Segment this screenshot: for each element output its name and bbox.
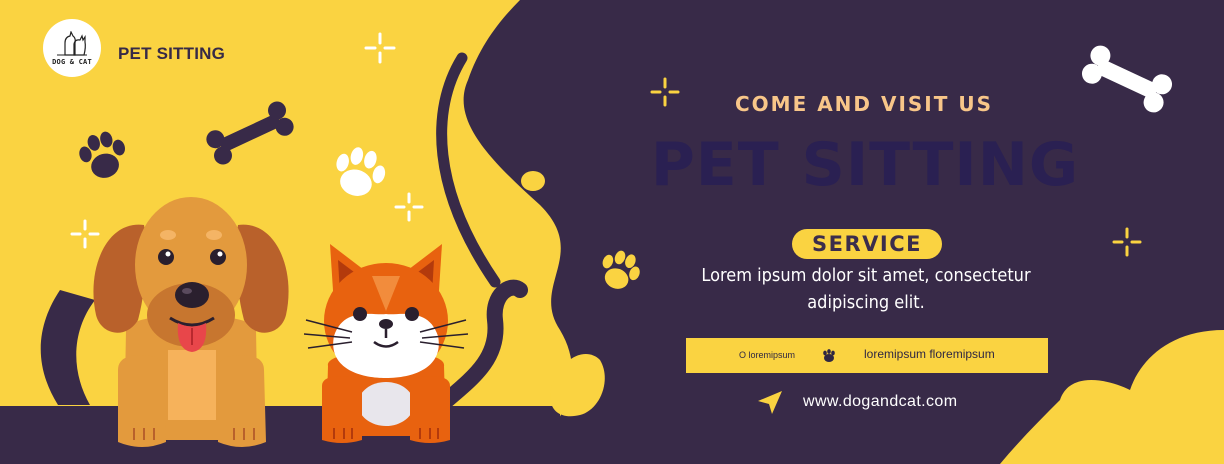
logo-text: DOG & CAT: [52, 57, 92, 66]
sparkle-icon: [364, 32, 396, 64]
info-bar-left-text: O loremipsum: [739, 350, 796, 360]
tagline: Lorem ipsum dolor sit amet, consectetur …: [660, 262, 1072, 316]
yellow-dot: [521, 171, 545, 191]
tagline-line-2: adipiscing elit.: [807, 292, 925, 313]
dog-and-cat-silhouette-icon: [57, 30, 87, 56]
bone-icon-dark: [206, 101, 294, 165]
service-badge: SERVICE: [792, 229, 942, 259]
service-label: SERVICE: [812, 232, 922, 256]
website-link[interactable]: www.dogandcat.com: [803, 393, 957, 411]
sparkle-icon: [394, 192, 424, 222]
paw-icon-dark: [79, 131, 125, 178]
hero-headline: PET SITTING: [650, 130, 1080, 200]
tagline-line-1: Lorem ipsum dolor sit amet, consectetur: [701, 265, 1031, 286]
logo-badge[interactable]: DOG & CAT: [43, 19, 101, 77]
cat-illustration: [304, 244, 468, 443]
info-bar-right-text: loremipsum floremipsum: [864, 347, 995, 361]
dog-illustration: [93, 197, 289, 447]
pet-sitting-banner: DOG & CAT PET SITTING COME AND VISIT US …: [0, 0, 1224, 464]
paw-icon: [823, 349, 835, 362]
brand-title: PET SITTING: [118, 44, 226, 63]
paw-icon-white: [336, 147, 386, 196]
navigation-arrow-icon: [758, 391, 782, 414]
hero-kicker: COME AND VISIT US: [734, 92, 993, 116]
